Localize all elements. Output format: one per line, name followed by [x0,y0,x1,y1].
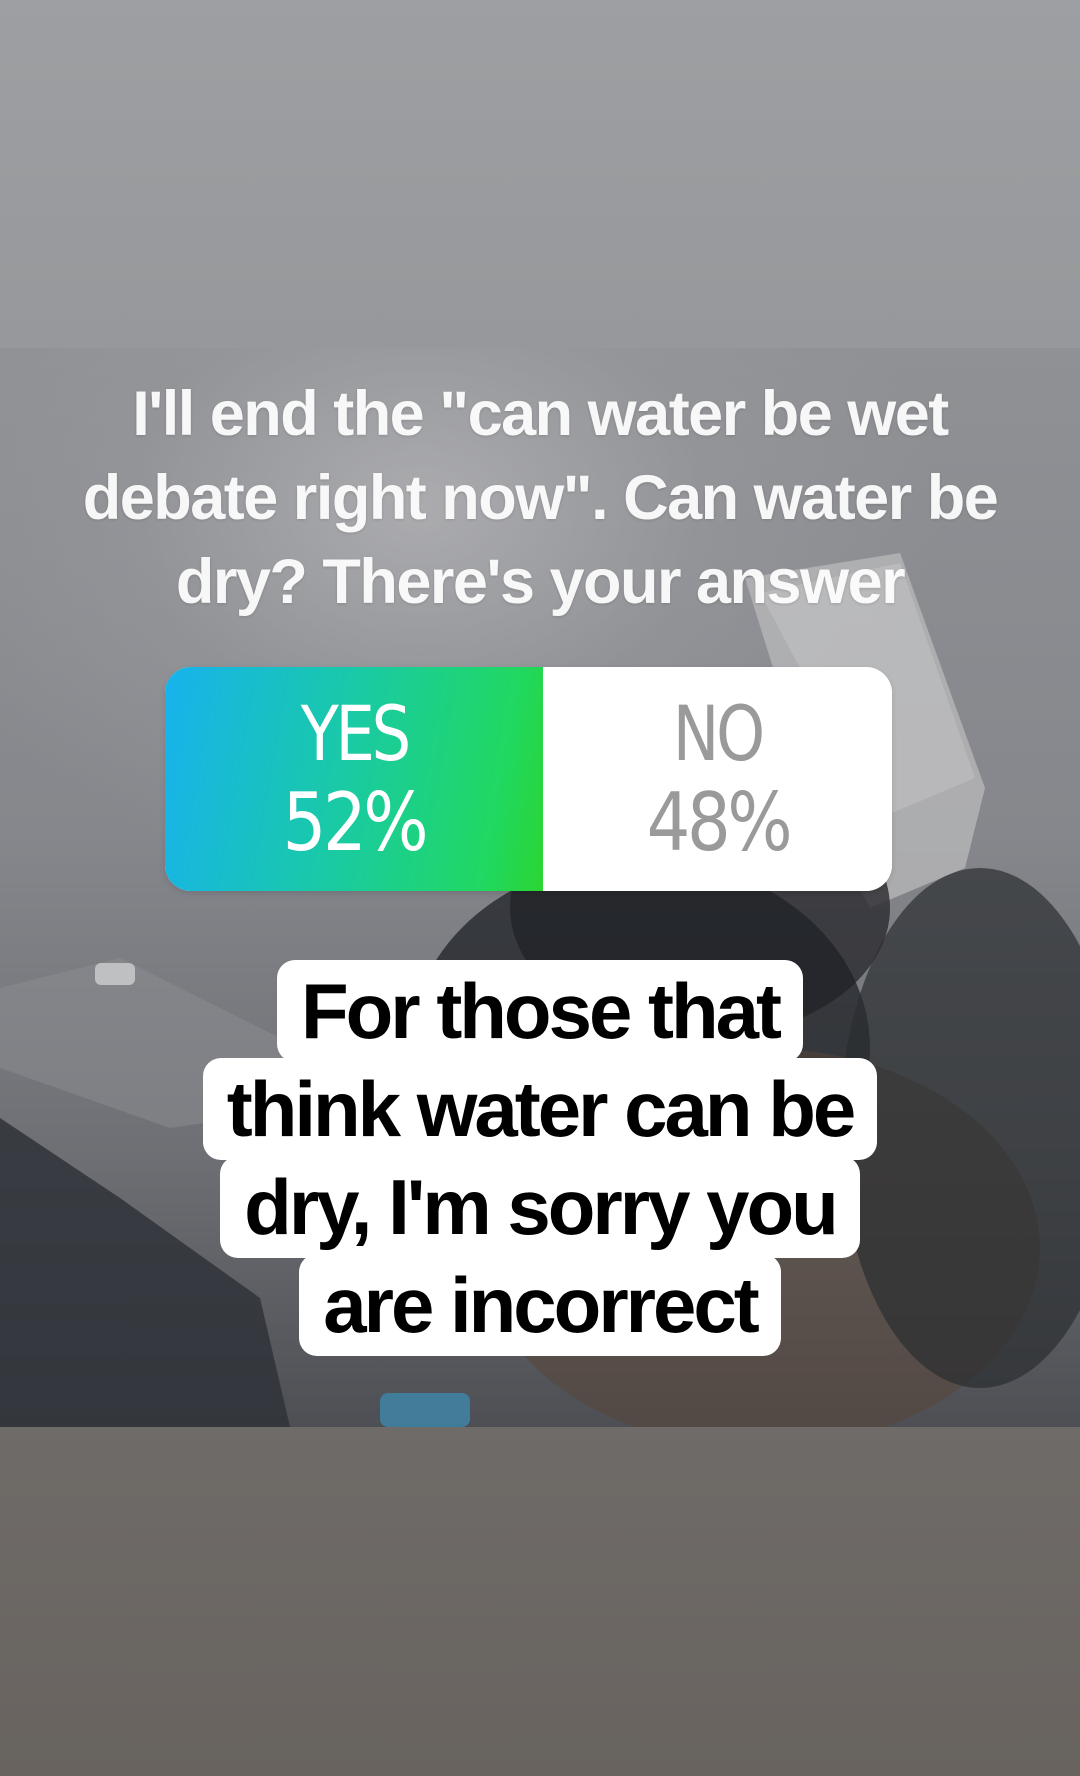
bottom-background-band [0,1427,1080,1776]
poll-sticker: YES 52% NO 48% [165,667,892,891]
poll-yes-percent: 52% [282,776,429,869]
story-headline: I'll end the "can water be wet debate ri… [40,372,1040,624]
caption-line: are incorrect [299,1254,781,1356]
caption-line: dry, I'm sorry you [220,1156,860,1258]
headline-line: dry? There's your answer [175,547,906,617]
poll-no-percent: 48% [646,776,792,869]
headline-line: debate right now". Can water be [82,463,999,533]
poll-option-no[interactable]: NO 48% [543,667,892,891]
top-background-band [0,0,1080,348]
poll-option-yes[interactable]: YES 52% [165,667,543,891]
headline-line: I'll end the "can water be wet [132,379,949,449]
poll-no-label: NO [672,689,765,778]
caption-line: For those that [277,960,803,1062]
caption-line: think water can be [202,1058,878,1160]
poll-yes-label: YES [300,689,410,778]
story-caption: For those that think water can be dry, I… [150,960,930,1356]
